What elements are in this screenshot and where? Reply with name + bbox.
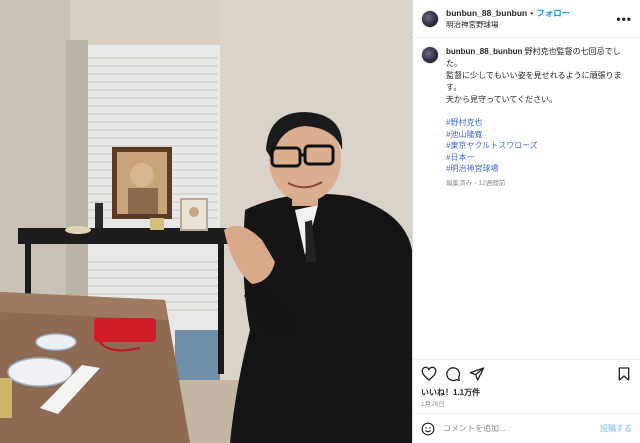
likes-count[interactable]: いいね！1.1万件 <box>413 387 640 399</box>
header-username[interactable]: bunbun_88_bunbun <box>446 8 527 18</box>
header-separator: • <box>530 7 534 18</box>
caption-comment: bunbun_88_bunbun 野村克也監督の七回忌でした。 監督に少しでもい… <box>421 46 632 190</box>
send-icon[interactable] <box>469 366 485 382</box>
emoji-icon[interactable] <box>421 422 435 436</box>
follow-button[interactable]: フォロー <box>536 8 570 18</box>
hashtag-link[interactable]: #日本一 <box>446 152 632 164</box>
post-photo[interactable] <box>0 0 412 443</box>
post-side-panel: bunbun_88_bunbun • フォロー 明治神宮野球場 ••• bunbun… <box>412 0 640 443</box>
post-header: bunbun_88_bunbun • フォロー 明治神宮野球場 ••• <box>413 0 640 38</box>
header-text: bunbun_88_bunbun • フォロー 明治神宮野球場 <box>446 7 570 31</box>
bookmark-icon[interactable] <box>616 366 632 382</box>
location-link[interactable]: 明治神宮野球場 <box>446 19 570 31</box>
caption-area: bunbun_88_bunbun 野村克也監督の七回忌でした。 監督に少しでもい… <box>413 38 640 359</box>
instagram-post: bunbun_88_bunbun • フォロー 明治神宮野球場 ••• bunbun… <box>0 0 640 443</box>
post-date[interactable]: 1月28日 <box>413 399 640 413</box>
heart-icon[interactable] <box>421 366 437 382</box>
hashtag-link[interactable]: #東京ヤクルトスワローズ <box>446 140 632 152</box>
hashtag-link[interactable]: #野村克也 <box>446 117 632 129</box>
hashtag-list: #野村克也 #池山隆寛 #東京ヤクルトスワローズ #日本一 #明治神宮球場 <box>446 117 632 175</box>
hashtag-link[interactable]: #池山隆寛 <box>446 129 632 141</box>
post-comment-button[interactable]: 投稿する <box>600 423 632 434</box>
photo-illustration <box>0 0 412 443</box>
caption-avatar[interactable] <box>421 46 439 64</box>
action-bar <box>413 359 640 387</box>
more-horizontal-icon[interactable]: ••• <box>616 12 632 26</box>
comment-icon[interactable] <box>445 366 461 382</box>
hashtag-link[interactable]: #明治神宮球場 <box>446 163 632 175</box>
edited-timestamp: 編集済み・12週間前 <box>446 179 506 187</box>
comment-input[interactable] <box>443 424 600 433</box>
avatar[interactable] <box>421 9 439 28</box>
comment-bar: 投稿する <box>413 413 640 443</box>
caption-username[interactable]: bunbun_88_bunbun <box>446 47 522 56</box>
